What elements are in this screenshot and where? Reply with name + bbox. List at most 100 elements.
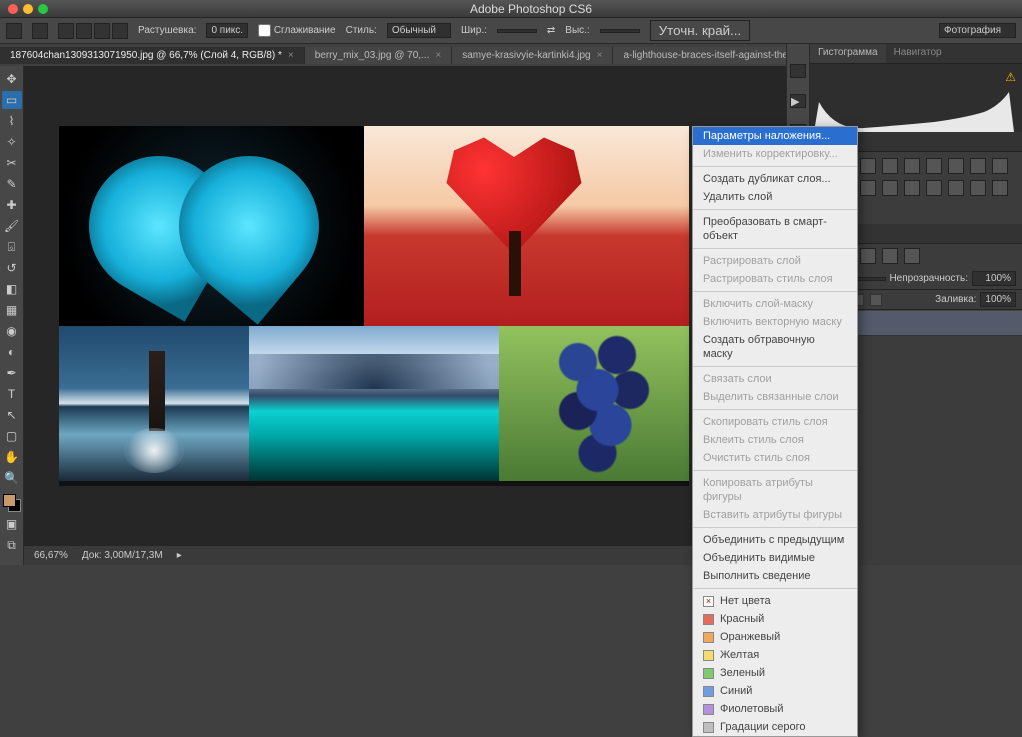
menu-item[interactable]: Выполнить сведение	[693, 567, 857, 585]
menu-color-item[interactable]: Фиолетовый	[693, 700, 857, 718]
fill-input[interactable]: 100%	[980, 292, 1016, 307]
document-tab[interactable]: berry_mix_03.jpg @ 70,...×	[305, 47, 453, 64]
menu-item[interactable]: Удалить слой	[693, 188, 857, 206]
menu-item: Включить векторную маску	[693, 313, 857, 331]
adjust-icon[interactable]	[860, 180, 876, 196]
close-icon[interactable]: ×	[597, 50, 603, 61]
feather-input[interactable]: 0 пикс.	[206, 23, 248, 38]
image-layer	[364, 126, 689, 326]
screenmode-icon[interactable]: ⧉	[2, 536, 22, 554]
path-tool[interactable]: ↖	[2, 406, 22, 424]
adjust-icon[interactable]	[926, 180, 942, 196]
panel-icon[interactable]	[790, 64, 806, 78]
menu-item[interactable]: Создать дубликат слоя...	[693, 170, 857, 188]
menu-color-item[interactable]: Красный	[693, 610, 857, 628]
menu-item: Растрировать стиль слоя	[693, 270, 857, 288]
menu-color-item[interactable]: Желтая	[693, 646, 857, 664]
antialias-checkbox[interactable]: Сглаживание	[258, 24, 336, 37]
selection-intersect-icon[interactable]	[112, 23, 128, 39]
menu-item: Вставить атрибуты фигуры	[693, 506, 857, 524]
feather-label: Растушевка:	[138, 25, 196, 36]
close-icon[interactable]: ×	[288, 50, 294, 61]
style-select[interactable]: Обычный	[387, 23, 451, 38]
filter-icon[interactable]	[882, 248, 898, 264]
document-tab[interactable]: samye-krasivyie-kartinki4.jpg×	[452, 47, 613, 64]
document-tab[interactable]: 187604chan1309313071950.jpg @ 66,7% (Сло…	[0, 47, 305, 64]
pen-tool[interactable]: ✒	[2, 364, 22, 382]
swap-icon[interactable]: ⇄	[547, 25, 555, 36]
eraser-tool[interactable]: ◧	[2, 280, 22, 298]
menu-item: Вклеить стиль слоя	[693, 431, 857, 449]
opacity-input[interactable]: 100%	[972, 271, 1016, 286]
crop-tool[interactable]: ✂	[2, 154, 22, 172]
ps-logo-icon[interactable]	[6, 23, 22, 39]
zoom-level[interactable]: 66,67%	[34, 550, 68, 561]
menu-color-item[interactable]: Градации серого	[693, 718, 857, 736]
menu-item[interactable]: Объединить с предыдущим	[693, 531, 857, 549]
adjust-icon[interactable]	[992, 180, 1008, 196]
adjust-icon[interactable]	[904, 180, 920, 196]
wand-tool[interactable]: ✧	[2, 133, 22, 151]
menu-color-item[interactable]: Оранжевый	[693, 628, 857, 646]
toolbox: ✥ ▭ ⌇ ✧ ✂ ✎ ✚ 🖌 ⌺ ↺ ◧ ▦ ◉ ◐ ✒ T ↖ ▢ ✋ 🔍 …	[0, 66, 24, 565]
menu-item[interactable]: Параметры наложения...	[693, 127, 857, 145]
adjust-icon[interactable]	[948, 158, 964, 174]
width-input[interactable]	[497, 29, 537, 33]
color-swatches[interactable]	[3, 494, 21, 512]
workspace-select[interactable]: Фотография	[939, 23, 1016, 38]
minimize-icon[interactable]	[23, 4, 33, 14]
type-tool[interactable]: T	[2, 385, 22, 403]
marquee-tool[interactable]: ▭	[2, 91, 22, 109]
quickmask-icon[interactable]: ▣	[2, 515, 22, 533]
menu-color-item[interactable]: Зеленый	[693, 664, 857, 682]
adjust-icon[interactable]	[970, 158, 986, 174]
adjust-icon[interactable]	[948, 180, 964, 196]
chevron-right-icon[interactable]: ▸	[177, 550, 182, 561]
zoom-icon[interactable]	[38, 4, 48, 14]
history-brush-tool[interactable]: ↺	[2, 259, 22, 277]
tab-navigator[interactable]: Навигатор	[886, 44, 950, 63]
filter-icon[interactable]	[860, 248, 876, 264]
brush-tool[interactable]: 🖌	[2, 217, 22, 235]
refine-edge-button[interactable]: Уточн. край...	[650, 20, 750, 41]
stamp-tool[interactable]: ⌺	[2, 238, 22, 256]
canvas[interactable]	[59, 126, 689, 486]
adjust-icon[interactable]	[904, 158, 920, 174]
adjust-icon[interactable]	[882, 180, 898, 196]
fill-label: Заливка:	[935, 294, 976, 305]
lock-icon[interactable]	[870, 294, 882, 306]
lasso-tool[interactable]: ⌇	[2, 112, 22, 130]
tool-preset-icon[interactable]	[32, 23, 48, 39]
adjust-icon[interactable]	[926, 158, 942, 174]
menu-item[interactable]: Объединить видимые	[693, 549, 857, 567]
filter-icon[interactable]	[904, 248, 920, 264]
gradient-tool[interactable]: ▦	[2, 301, 22, 319]
selection-new-icon[interactable]	[58, 23, 74, 39]
blur-tool[interactable]: ◉	[2, 322, 22, 340]
eyedropper-tool[interactable]: ✎	[2, 175, 22, 193]
titlebar: Adobe Photoshop CS6	[0, 0, 1022, 18]
menu-color-item[interactable]: ×Нет цвета	[693, 592, 857, 610]
healing-tool[interactable]: ✚	[2, 196, 22, 214]
close-icon[interactable]: ×	[435, 50, 441, 61]
zoom-tool[interactable]: 🔍	[2, 469, 22, 487]
selection-subtract-icon[interactable]	[94, 23, 110, 39]
doc-info[interactable]: Док: 3,00M/17,3M	[82, 550, 163, 561]
height-input[interactable]	[600, 29, 640, 33]
menu-color-item[interactable]: Синий	[693, 682, 857, 700]
menu-item[interactable]: Создать обтравочную маску	[693, 331, 857, 363]
adjust-icon[interactable]	[860, 158, 876, 174]
app-title: Adobe Photoshop CS6	[48, 2, 1014, 16]
menu-item[interactable]: Преобразовать в смарт-объект	[693, 213, 857, 245]
tab-histogram[interactable]: Гистограмма	[810, 44, 886, 63]
adjust-icon[interactable]	[970, 180, 986, 196]
selection-add-icon[interactable]	[76, 23, 92, 39]
close-icon[interactable]	[8, 4, 18, 14]
shape-tool[interactable]: ▢	[2, 427, 22, 445]
hand-tool[interactable]: ✋	[2, 448, 22, 466]
adjust-icon[interactable]	[992, 158, 1008, 174]
panel-icon[interactable]: ▶	[790, 94, 806, 108]
adjust-icon[interactable]	[882, 158, 898, 174]
dodge-tool[interactable]: ◐	[2, 343, 22, 361]
move-tool[interactable]: ✥	[2, 70, 22, 88]
